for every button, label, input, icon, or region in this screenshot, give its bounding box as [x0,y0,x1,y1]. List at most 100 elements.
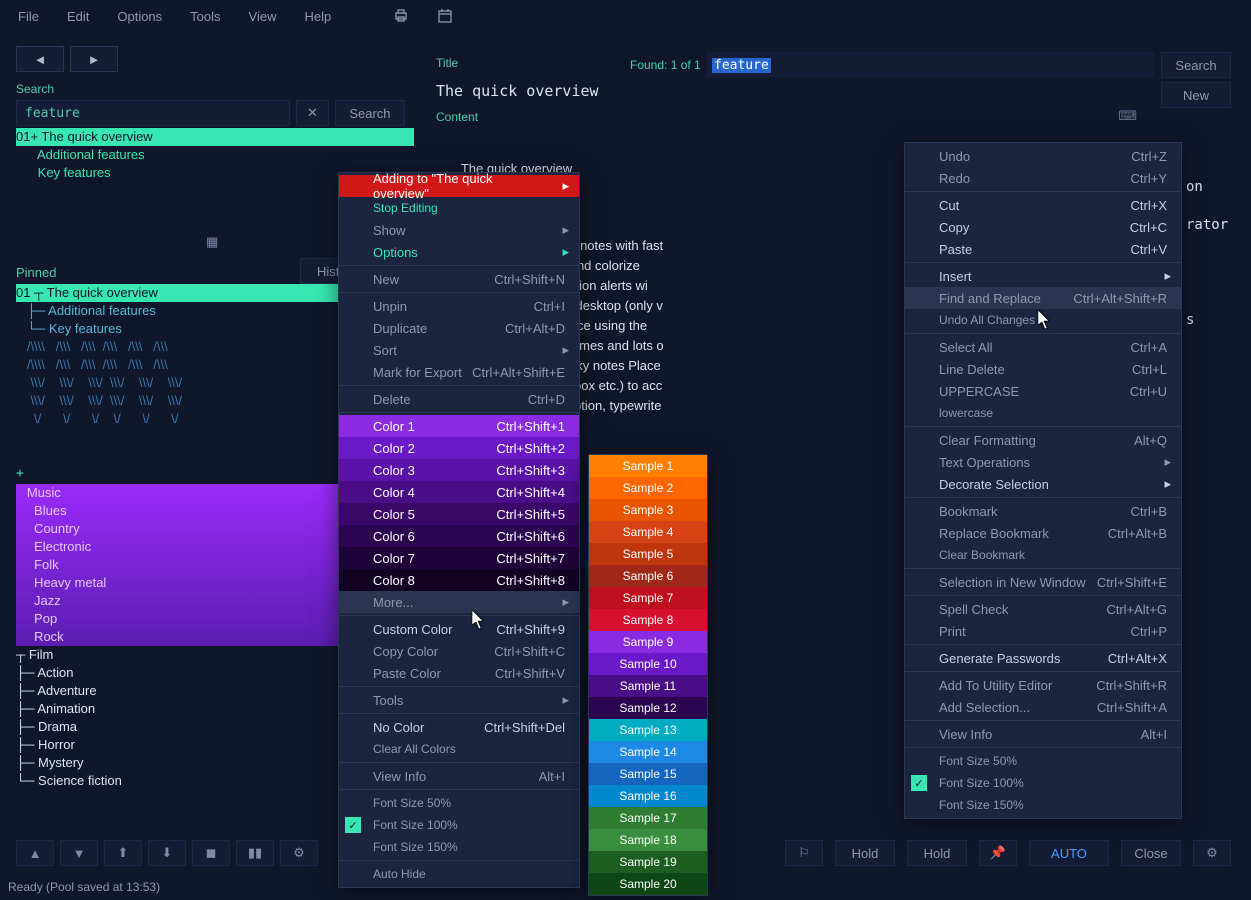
collapse-icon[interactable]: ◼ [192,840,230,866]
bookmark-icon[interactable]: ⚐ [785,840,823,866]
cat-heavymetal[interactable]: Heavy metal [16,574,338,592]
mi-color-5[interactable]: Color 5Ctrl+Shift+5 [339,503,579,525]
title-search-button[interactable]: Search [1161,52,1231,78]
mi-sample-17[interactable]: Sample 17 [589,807,707,829]
mi-color-7[interactable]: Color 7Ctrl+Shift+7 [339,547,579,569]
cat-country[interactable]: Country [16,520,338,538]
mi-more-colors[interactable]: More...▸ [339,591,579,613]
next-button[interactable]: ► [70,46,118,72]
mi-undo-all[interactable]: Undo All Changes [905,309,1181,331]
mi-font-100[interactable]: Font Size 100% [339,814,579,836]
cat-animation[interactable]: ├─ Animation [16,700,338,718]
pin-icon[interactable]: 📌 [979,840,1017,866]
mi-color-8[interactable]: Color 8Ctrl+Shift+8 [339,569,579,591]
mi-sample-14[interactable]: Sample 14 [589,741,707,763]
mi-sample-7[interactable]: Sample 7 [589,587,707,609]
mi-custom-color[interactable]: Custom ColorCtrl+Shift+9 [339,618,579,640]
new-button[interactable]: New [1161,82,1231,108]
mi-line-delete[interactable]: Line DeleteCtrl+L [905,358,1181,380]
mi-add-utility[interactable]: Add To Utility EditorCtrl+Shift+R [905,674,1181,696]
cat-music[interactable]: Music [16,484,338,502]
mi-copy-color[interactable]: Copy ColorCtrl+Shift+C [339,640,579,662]
columns-icon[interactable]: ▮▮ [236,840,274,866]
mi-print[interactable]: PrintCtrl+P [905,620,1181,642]
cat-drama[interactable]: ├─ Drama [16,718,338,736]
mi-sample-3[interactable]: Sample 3 [589,499,707,521]
auto-button[interactable]: AUTO [1029,840,1109,866]
settings-icon-2[interactable]: ⚙ [1193,840,1231,866]
prev-button[interactable]: ◄ [16,46,64,72]
mi-copy[interactable]: CopyCtrl+C [905,216,1181,238]
mi-mark-export[interactable]: Mark for ExportCtrl+Alt+Shift+E [339,361,579,383]
menu-options[interactable]: Options [105,5,174,28]
cat-scifi[interactable]: └─ Science fiction [16,772,338,790]
cat-action[interactable]: ├─ Action [16,664,338,682]
keyboard-icon[interactable]: ⌨ [1118,108,1137,124]
cat-adventure[interactable]: ├─ Adventure [16,682,338,700]
mi-sample-4[interactable]: Sample 4 [589,521,707,543]
mi-font-150[interactable]: Font Size 150% [339,836,579,858]
mi-clear-colors[interactable]: Clear All Colors [339,738,579,760]
cat-rock[interactable]: Rock [16,628,338,646]
mi-sample-20[interactable]: Sample 20 [589,873,707,895]
mi-font-100-2[interactable]: Font Size 100% [905,772,1181,794]
mi-sample-12[interactable]: Sample 12 [589,697,707,719]
mi-uppercase[interactable]: UPPERCASECtrl+U [905,380,1181,402]
mi-color-3[interactable]: Color 3Ctrl+Shift+3 [339,459,579,481]
cat-jazz[interactable]: Jazz [16,592,338,610]
mi-stop-editing[interactable]: Stop Editing [339,197,579,219]
settings-icon[interactable]: ⚙ [280,840,318,866]
search-input[interactable] [16,100,290,126]
mi-color-2[interactable]: Color 2Ctrl+Shift+2 [339,437,579,459]
cat-mystery[interactable]: ├─ Mystery [16,754,338,772]
mi-sample-1[interactable]: Sample 1 [589,455,707,477]
mi-color-4[interactable]: Color 4Ctrl+Shift+4 [339,481,579,503]
mi-sample-6[interactable]: Sample 6 [589,565,707,587]
move-down-icon[interactable]: ▼ [60,840,98,866]
mi-no-color[interactable]: No ColorCtrl+Shift+Del [339,716,579,738]
menu-view[interactable]: View [237,5,289,28]
clear-search-button[interactable]: ✕ [296,100,329,126]
mi-add-selection[interactable]: Add Selection...Ctrl+Shift+A [905,696,1181,718]
calendar-icon[interactable] [431,5,459,27]
mi-sample-10[interactable]: Sample 10 [589,653,707,675]
mi-sample-11[interactable]: Sample 11 [589,675,707,697]
mi-decorate-selection[interactable]: Decorate Selection▸ [905,473,1181,495]
mi-color-1[interactable]: Color 1Ctrl+Shift+1 [339,415,579,437]
mi-options[interactable]: Options▸ [339,241,579,263]
mi-generate-passwords[interactable]: Generate PasswordsCtrl+Alt+X [905,647,1181,669]
close-button[interactable]: Close [1121,840,1181,866]
pinned-item-selected[interactable]: 01 ┬ The quick overview [16,284,338,302]
pinned-item[interactable]: └─ Key features [16,320,338,338]
mi-spell-check[interactable]: Spell CheckCtrl+Alt+G [905,598,1181,620]
add-button[interactable]: + [16,466,24,481]
mi-unpin[interactable]: UnpinCtrl+I [339,295,579,317]
printer-icon[interactable] [387,5,415,27]
mi-sample-18[interactable]: Sample 18 [589,829,707,851]
mi-sample-19[interactable]: Sample 19 [589,851,707,873]
hold-button-2[interactable]: Hold [907,840,967,866]
mi-sample-13[interactable]: Sample 13 [589,719,707,741]
mi-font-150-2[interactable]: Font Size 150% [905,794,1181,816]
menu-file[interactable]: File [6,5,51,28]
mi-lowercase[interactable]: lowercase [905,402,1181,424]
mi-clear-bookmark[interactable]: Clear Bookmark [905,544,1181,566]
pinned-item[interactable]: ├─ Additional features [16,302,338,320]
mi-sample-5[interactable]: Sample 5 [589,543,707,565]
mi-replace-bookmark[interactable]: Replace BookmarkCtrl+Alt+B [905,522,1181,544]
mi-sample-15[interactable]: Sample 15 [589,763,707,785]
mi-color-6[interactable]: Color 6Ctrl+Shift+6 [339,525,579,547]
menu-tools[interactable]: Tools [178,5,232,28]
mi-auto-hide[interactable]: Auto Hide [339,863,579,885]
mi-paste-color[interactable]: Paste ColorCtrl+Shift+V [339,662,579,684]
mi-font-50-2[interactable]: Font Size 50% [905,750,1181,772]
mi-undo[interactable]: UndoCtrl+Z [905,145,1181,167]
mi-find-replace[interactable]: Find and ReplaceCtrl+Alt+Shift+R [905,287,1181,309]
mi-redo[interactable]: RedoCtrl+Y [905,167,1181,189]
tree-item[interactable]: Additional features [16,146,414,164]
mi-insert[interactable]: Insert▸ [905,265,1181,287]
search-button[interactable]: Search [335,100,405,126]
menu-help[interactable]: Help [292,5,343,28]
cat-film[interactable]: ┬ Film [16,646,338,664]
drag-handle-icon[interactable]: ▦ [206,234,218,250]
